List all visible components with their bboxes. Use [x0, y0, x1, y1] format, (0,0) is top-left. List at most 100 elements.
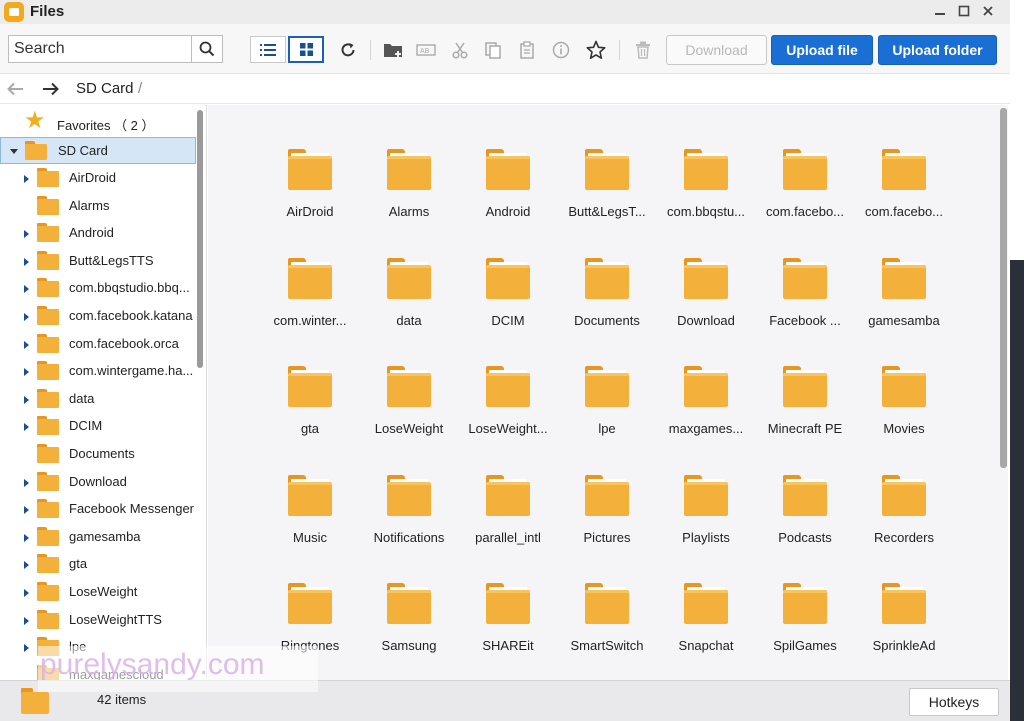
- folder-item[interactable]: LoseWeight...: [460, 364, 556, 454]
- folder-item[interactable]: SprinkleAd: [856, 581, 952, 671]
- expand-arrow-icon[interactable]: [24, 589, 29, 597]
- folder-item[interactable]: Samsung: [361, 581, 457, 671]
- tree-item[interactable]: DCIM: [0, 413, 196, 440]
- folder-item[interactable]: lpe: [559, 364, 655, 454]
- upload-file-button[interactable]: Upload file: [771, 35, 873, 65]
- expand-arrow-icon[interactable]: [24, 506, 29, 515]
- expand-arrow-icon[interactable]: [24, 230, 29, 239]
- grid-view-icon[interactable]: [288, 36, 324, 63]
- folder-item[interactable]: Pictures: [559, 473, 655, 563]
- folder-item[interactable]: gamesamba: [856, 256, 952, 346]
- folder-item[interactable]: Music: [262, 473, 358, 563]
- tree-item[interactable]: LoseWeight: [0, 579, 196, 606]
- expand-arrow-icon[interactable]: [10, 149, 18, 154]
- folder-item[interactable]: Playlists: [658, 473, 754, 563]
- folder-item[interactable]: AirDroid: [262, 147, 358, 237]
- folder-item[interactable]: Movies: [856, 364, 952, 454]
- folder-label: AirDroid: [286, 204, 334, 219]
- tree-item[interactable]: Documents: [0, 441, 196, 468]
- refresh-icon[interactable]: [337, 39, 359, 61]
- expand-arrow-icon[interactable]: [24, 533, 29, 542]
- folder-item[interactable]: parallel_intl: [460, 473, 556, 563]
- expand-arrow-icon[interactable]: [24, 313, 29, 321]
- expand-arrow-icon[interactable]: [24, 423, 29, 432]
- tree-item[interactable]: gta: [0, 551, 196, 578]
- list-view-icon[interactable]: [250, 36, 286, 63]
- expand-arrow-icon[interactable]: [24, 257, 29, 266]
- minimize-icon[interactable]: [930, 2, 950, 22]
- folder-icon: [783, 147, 827, 191]
- expand-arrow-icon[interactable]: [24, 644, 29, 653]
- tree-item-sd-card[interactable]: SD Card: [0, 137, 196, 164]
- tree-item[interactable]: AirDroid: [0, 165, 196, 192]
- expand-arrow-icon[interactable]: [24, 340, 29, 349]
- folder-item[interactable]: Facebook ...: [757, 256, 853, 346]
- tree-item[interactable]: Facebook Messenger: [0, 496, 196, 523]
- folder-item[interactable]: com.winter...: [262, 256, 358, 346]
- tree-item-label: Facebook Messenger: [69, 501, 195, 517]
- folder-item[interactable]: Notifications: [361, 473, 457, 563]
- folder-item[interactable]: LoseWeight: [361, 364, 457, 454]
- expand-arrow-icon[interactable]: [24, 561, 29, 570]
- folder-item[interactable]: SmartSwitch: [559, 581, 655, 671]
- folder-item[interactable]: Download: [658, 256, 754, 346]
- expand-arrow-icon[interactable]: [24, 175, 29, 183]
- sidebar-scrollbar[interactable]: [197, 110, 203, 368]
- folder-item[interactable]: maxgames...: [658, 364, 754, 454]
- folder-item[interactable]: Minecraft PE: [757, 364, 853, 454]
- folder-item[interactable]: data: [361, 256, 457, 346]
- rename-icon[interactable]: AB: [416, 39, 438, 61]
- tree-item[interactable]: com.facebook.katana: [0, 303, 196, 330]
- folder-item[interactable]: Podcasts: [757, 473, 853, 563]
- close-icon[interactable]: [978, 2, 998, 22]
- folder-item[interactable]: com.bbqstu...: [658, 147, 754, 237]
- tree-item[interactable]: Butt&LegsTTS: [0, 248, 196, 275]
- paste-icon[interactable]: [516, 39, 538, 61]
- tree-item[interactable]: com.facebook.orca: [0, 331, 196, 358]
- maximize-icon[interactable]: [954, 2, 974, 22]
- expand-arrow-icon[interactable]: [24, 285, 29, 294]
- upload-folder-button[interactable]: Upload folder: [878, 35, 997, 65]
- content-scrollbar[interactable]: [1000, 108, 1007, 468]
- expand-arrow-icon[interactable]: [24, 478, 29, 487]
- tree-item[interactable]: com.wintergame.ha...: [0, 358, 196, 385]
- folder-item[interactable]: Alarms: [361, 147, 457, 237]
- favorite-star-icon[interactable]: [585, 39, 607, 61]
- expand-arrow-icon[interactable]: [24, 616, 29, 625]
- download-button[interactable]: Download: [666, 35, 767, 65]
- breadcrumb-sd-card[interactable]: SD Card: [76, 80, 134, 97]
- copy-icon[interactable]: [482, 39, 504, 61]
- expand-arrow-icon[interactable]: [24, 395, 29, 404]
- tree-item[interactable]: Download: [0, 469, 196, 496]
- tree-item[interactable]: com.bbqstudio.bbq...: [0, 275, 196, 302]
- folder-item[interactable]: Documents: [559, 256, 655, 346]
- folder-item[interactable]: com.facebo...: [757, 147, 853, 237]
- new-folder-icon[interactable]: [383, 39, 405, 61]
- hotkeys-button[interactable]: Hotkeys: [909, 688, 999, 716]
- folder-item[interactable]: gta: [262, 364, 358, 454]
- tree-item[interactable]: Alarms: [0, 193, 196, 220]
- expand-arrow-icon[interactable]: [24, 368, 29, 377]
- delete-icon[interactable]: [632, 39, 654, 61]
- folder-item[interactable]: SHAREit: [460, 581, 556, 671]
- tree-item[interactable]: gamesamba: [0, 524, 196, 551]
- favorites-item[interactable]: ★ Favorites （ 2 ）: [0, 109, 196, 136]
- folder-item[interactable]: com.facebo...: [856, 147, 952, 237]
- tree-item[interactable]: LoseWeightTTS: [0, 607, 196, 634]
- folder-icon: [783, 473, 827, 517]
- info-icon[interactable]: [550, 39, 572, 61]
- search-icon[interactable]: [191, 36, 222, 62]
- forward-arrow-icon[interactable]: [40, 78, 62, 100]
- cut-icon[interactable]: [449, 39, 471, 61]
- tree-item[interactable]: data: [0, 386, 196, 413]
- folder-item[interactable]: Snapchat: [658, 581, 754, 671]
- folder-item[interactable]: DCIM: [460, 256, 556, 346]
- folder-item[interactable]: Android: [460, 147, 556, 237]
- tree-item[interactable]: Android: [0, 220, 196, 247]
- folder-item[interactable]: Butt&LegsT...: [559, 147, 655, 237]
- folder-icon: [387, 147, 431, 191]
- folder-item[interactable]: Recorders: [856, 473, 952, 563]
- back-arrow-icon[interactable]: [4, 78, 26, 100]
- folder-item[interactable]: SpilGames: [757, 581, 853, 671]
- search-input[interactable]: [9, 36, 192, 62]
